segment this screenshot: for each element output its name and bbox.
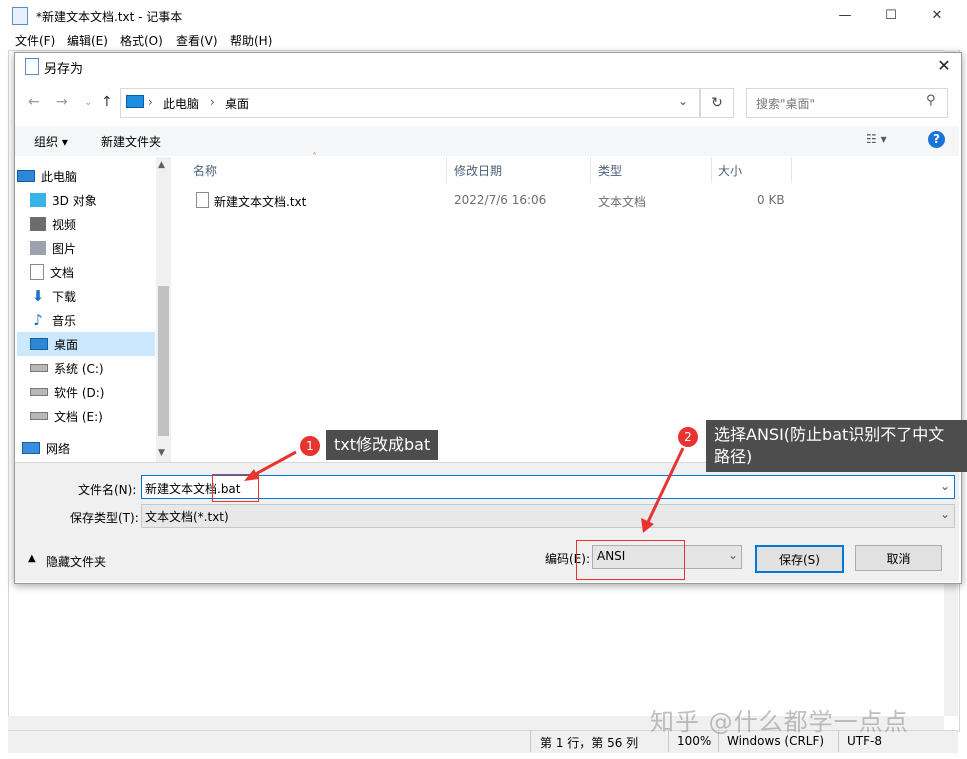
step2-callout: 选择ANSI(防止bat识别不了中文路径) <box>706 420 967 472</box>
arrow-step1 <box>251 450 297 478</box>
watermark: 知乎 @什么都学一点点 <box>650 708 909 736</box>
step2-badge: 2 <box>676 425 700 449</box>
annotation-arrows <box>244 447 685 533</box>
step1-callout: txt修改成bat <box>326 430 439 460</box>
arrow-step2 <box>646 447 685 523</box>
arrow-step1-head <box>244 469 259 481</box>
step1-badge: 1 <box>298 434 322 458</box>
